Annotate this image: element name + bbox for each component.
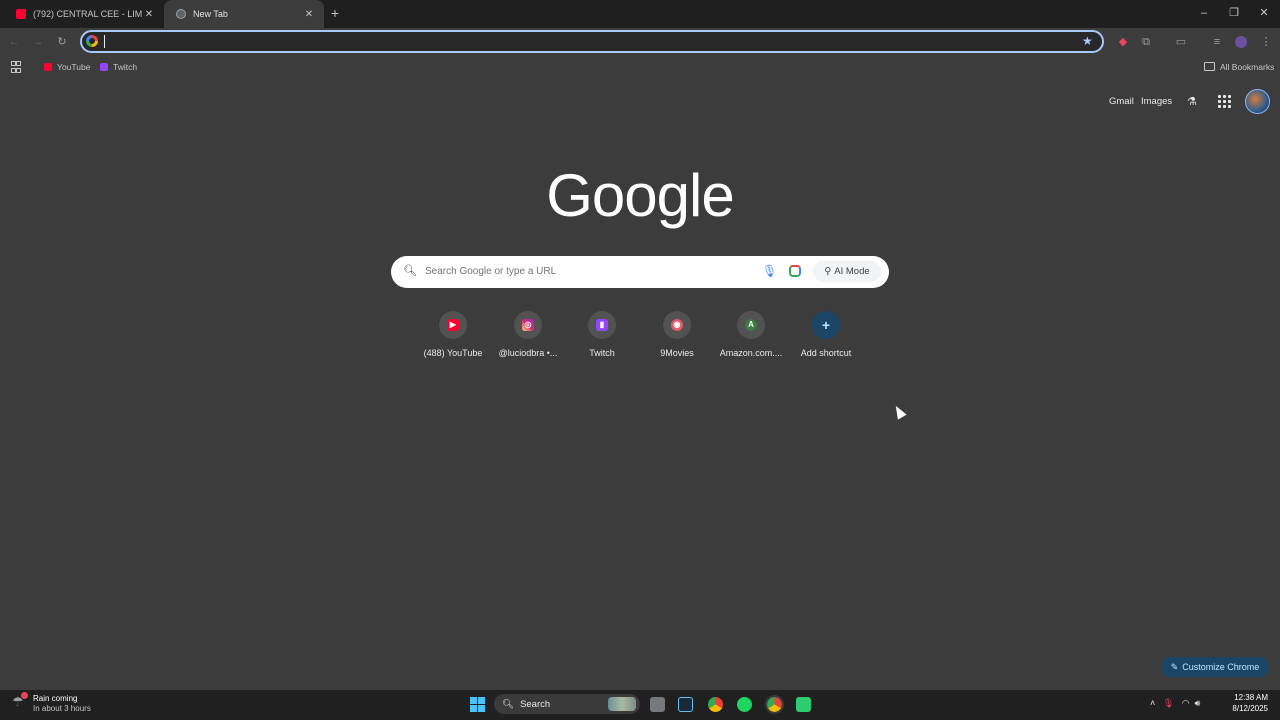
- shortcut-label: (488) YouTube: [423, 348, 483, 358]
- restore-icon[interactable]: ❐: [1227, 6, 1241, 20]
- close-tab-icon[interactable]: ✕: [302, 9, 316, 20]
- clock-time[interactable]: 12:38 AM: [1226, 693, 1268, 702]
- app-icon[interactable]: [796, 697, 811, 712]
- tab-title: (792) CENTRAL CEE - LIMITLESS: [33, 9, 142, 19]
- shortcut-youtube[interactable]: ▶ (488) YouTube: [415, 311, 491, 358]
- shortcut-label: @luciodbra •...: [498, 348, 558, 358]
- shortcut-tile: ▶: [439, 311, 467, 339]
- google-g-icon: [86, 35, 98, 47]
- youtube-icon: [44, 62, 52, 71]
- images-link[interactable]: Images: [1141, 96, 1172, 107]
- microphone-tray-icon[interactable]: 🎙︎: [1163, 698, 1174, 708]
- wifi-icon[interactable]: ◠: [1182, 698, 1190, 708]
- chrome-active-icon[interactable]: [765, 695, 784, 714]
- extension-icon[interactable]: ◆: [1116, 35, 1130, 49]
- windows-start-icon[interactable]: [470, 697, 485, 712]
- search-highlight-image: [608, 697, 636, 711]
- new-tab-plus-icon[interactable]: +: [328, 6, 342, 20]
- shortcut-9movies[interactable]: ◉ 9Movies: [639, 311, 715, 358]
- search-input[interactable]: [425, 264, 745, 279]
- account-avatar[interactable]: [1245, 89, 1270, 114]
- customize-chrome-button[interactable]: ✎ Customize Chrome: [1161, 657, 1269, 677]
- weather-title[interactable]: Rain coming: [33, 694, 77, 703]
- letter-a-icon: A: [745, 319, 757, 331]
- apps-grid-icon[interactable]: [11, 60, 21, 73]
- shortcut-label: 9Movies: [660, 348, 694, 358]
- bookmark-label: Twitch: [113, 61, 138, 72]
- minimize-icon[interactable]: –: [1197, 6, 1211, 20]
- task-view-icon[interactable]: [650, 697, 665, 712]
- google-apps-icon[interactable]: [1218, 95, 1231, 108]
- microphone-icon[interactable]: 🎙︎: [762, 264, 777, 278]
- taskbar: [0, 690, 1280, 720]
- folder-icon: [1204, 62, 1215, 71]
- shortcut-tile: A: [737, 311, 765, 339]
- menu-dots-icon[interactable]: ⋮: [1259, 35, 1273, 49]
- shortcut-tile: ◉: [663, 311, 691, 339]
- instagram-icon: ◎: [522, 319, 534, 331]
- tab-youtube[interactable]: (792) CENTRAL CEE - LIMITLESS ✕: [4, 0, 164, 28]
- tab-search-icon[interactable]: ≡: [1210, 35, 1224, 49]
- shortcut-tile: +: [812, 311, 840, 339]
- close-window-icon[interactable]: ✕: [1257, 6, 1271, 20]
- all-bookmarks[interactable]: All Bookmarks: [1204, 60, 1274, 73]
- spotify-icon[interactable]: [737, 697, 752, 712]
- youtube-icon: ▶: [447, 319, 459, 331]
- volume-icon[interactable]: 🔊︎: [1195, 698, 1201, 708]
- ai-mode-label: AI Mode: [834, 266, 870, 277]
- google-logo: Google: [546, 162, 734, 229]
- bookmark-star-icon[interactable]: ★: [1082, 35, 1094, 47]
- address-input[interactable]: [103, 34, 1063, 49]
- plus-icon: +: [821, 317, 831, 333]
- shortcut-label: Twitch: [589, 348, 615, 358]
- ai-mode-button[interactable]: ⚲ AI Mode: [813, 261, 881, 282]
- shortcut-instagram[interactable]: ◎ @luciodbra •...: [490, 311, 566, 358]
- mouse-cursor: [891, 403, 907, 420]
- shortcut-amazon[interactable]: A Amazon.com....: [713, 311, 789, 358]
- steam-icon[interactable]: [678, 697, 693, 712]
- twitch-icon: [100, 62, 108, 71]
- chrome-icon[interactable]: [708, 697, 723, 712]
- search-icon: 🔍︎: [403, 265, 417, 277]
- chevron-up-icon[interactable]: ˄: [1150, 698, 1155, 708]
- cast-icon[interactable]: ▭: [1174, 35, 1188, 49]
- labs-flask-icon[interactable]: ⚗: [1187, 95, 1199, 108]
- shortcut-label: Add shortcut: [800, 348, 852, 358]
- taskbar-search-label: Search: [520, 698, 551, 710]
- system-tray[interactable]: ˄ 🎙︎ ◠ 🔊︎: [1150, 698, 1200, 709]
- 9movies-icon: ◉: [671, 319, 683, 331]
- notification-badge: [21, 692, 28, 699]
- pencil-icon: ✎: [1170, 661, 1179, 672]
- bookmark-youtube[interactable]: YouTube: [44, 60, 90, 73]
- sparkle-search-icon: ⚲: [824, 266, 832, 277]
- tab-title: New Tab: [193, 9, 228, 19]
- reload-icon[interactable]: ↻: [55, 35, 69, 49]
- shortcut-tile: ▮: [588, 311, 616, 339]
- bookmark-twitch[interactable]: Twitch: [100, 60, 137, 73]
- customize-label: Customize Chrome: [1182, 662, 1260, 672]
- shortcut-tile: ◎: [514, 311, 542, 339]
- close-tab-icon[interactable]: ✕: [142, 9, 156, 20]
- google-lens-icon[interactable]: [789, 265, 801, 277]
- gmail-link[interactable]: Gmail: [1109, 96, 1134, 107]
- search-icon: 🔍︎: [502, 698, 515, 710]
- extensions-puzzle-icon[interactable]: ⧉: [1139, 35, 1153, 49]
- forward-icon[interactable]: →: [31, 35, 45, 49]
- shortcut-add[interactable]: + Add shortcut: [788, 311, 864, 358]
- back-icon[interactable]: ←: [7, 35, 21, 49]
- profile-avatar-icon[interactable]: [1235, 36, 1247, 48]
- tab-new-tab[interactable]: New Tab ✕: [164, 0, 324, 28]
- shortcut-label: Amazon.com....: [719, 348, 783, 358]
- youtube-icon: [16, 9, 26, 19]
- bookmark-label: YouTube: [57, 61, 91, 72]
- all-bookmarks-label: All Bookmarks: [1220, 61, 1275, 72]
- clock-date[interactable]: 8/12/2025: [1226, 704, 1268, 713]
- twitch-icon: ▮: [596, 319, 608, 331]
- text-caret: [104, 35, 105, 48]
- shortcut-twitch[interactable]: ▮ Twitch: [564, 311, 640, 358]
- bookmarks-bar: [0, 56, 1280, 76]
- chrome-icon: [176, 9, 186, 19]
- weather-subtitle[interactable]: In about 3 hours: [33, 704, 91, 713]
